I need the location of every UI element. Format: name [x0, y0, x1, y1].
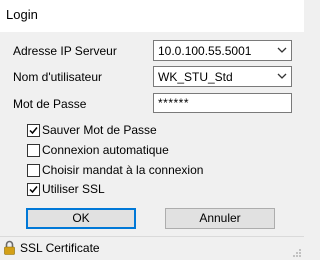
cancel-button[interactable]: Annuler — [165, 208, 275, 229]
choose-mandate-label: Choisir mandat à la connexion — [42, 163, 204, 177]
status-bar: SSL Certificate — [0, 236, 304, 260]
server-ip-label: Adresse IP Serveur — [13, 44, 117, 58]
lock-icon — [4, 240, 15, 255]
password-value: ****** — [158, 96, 190, 110]
username-label: Nom d'utilisateur — [13, 70, 102, 84]
title-bar: Login — [0, 0, 304, 32]
chevron-down-icon[interactable] — [277, 46, 287, 54]
login-dialog: Login Adresse IP Serveur 10.0.100.55.500… — [0, 0, 304, 260]
choose-mandate-checkbox[interactable] — [27, 164, 40, 177]
password-field[interactable]: ****** — [153, 93, 292, 113]
use-ssl-checkbox[interactable] — [27, 183, 40, 196]
ok-button[interactable]: OK — [26, 208, 136, 229]
auto-connect-checkbox[interactable] — [27, 144, 40, 157]
auto-connect-label: Connexion automatique — [42, 143, 169, 157]
window-title: Login — [6, 7, 38, 22]
password-label: Mot de Passe — [13, 97, 87, 111]
save-password-label: Sauver Mot de Passe — [42, 123, 157, 137]
chevron-down-icon[interactable] — [277, 72, 287, 80]
status-text: SSL Certificate — [20, 241, 100, 255]
server-ip-combo[interactable]: 10.0.100.55.5001 — [153, 40, 292, 61]
resize-grip-icon[interactable] — [292, 248, 302, 258]
use-ssl-label: Utiliser SSL — [42, 182, 105, 196]
save-password-checkbox[interactable] — [27, 124, 40, 137]
username-combo[interactable]: WK_STU_Std — [153, 66, 292, 87]
server-ip-value: 10.0.100.55.5001 — [158, 44, 252, 58]
checkmark-icon — [29, 127, 38, 135]
username-value: WK_STU_Std — [158, 70, 233, 84]
checkmark-icon — [29, 186, 38, 194]
